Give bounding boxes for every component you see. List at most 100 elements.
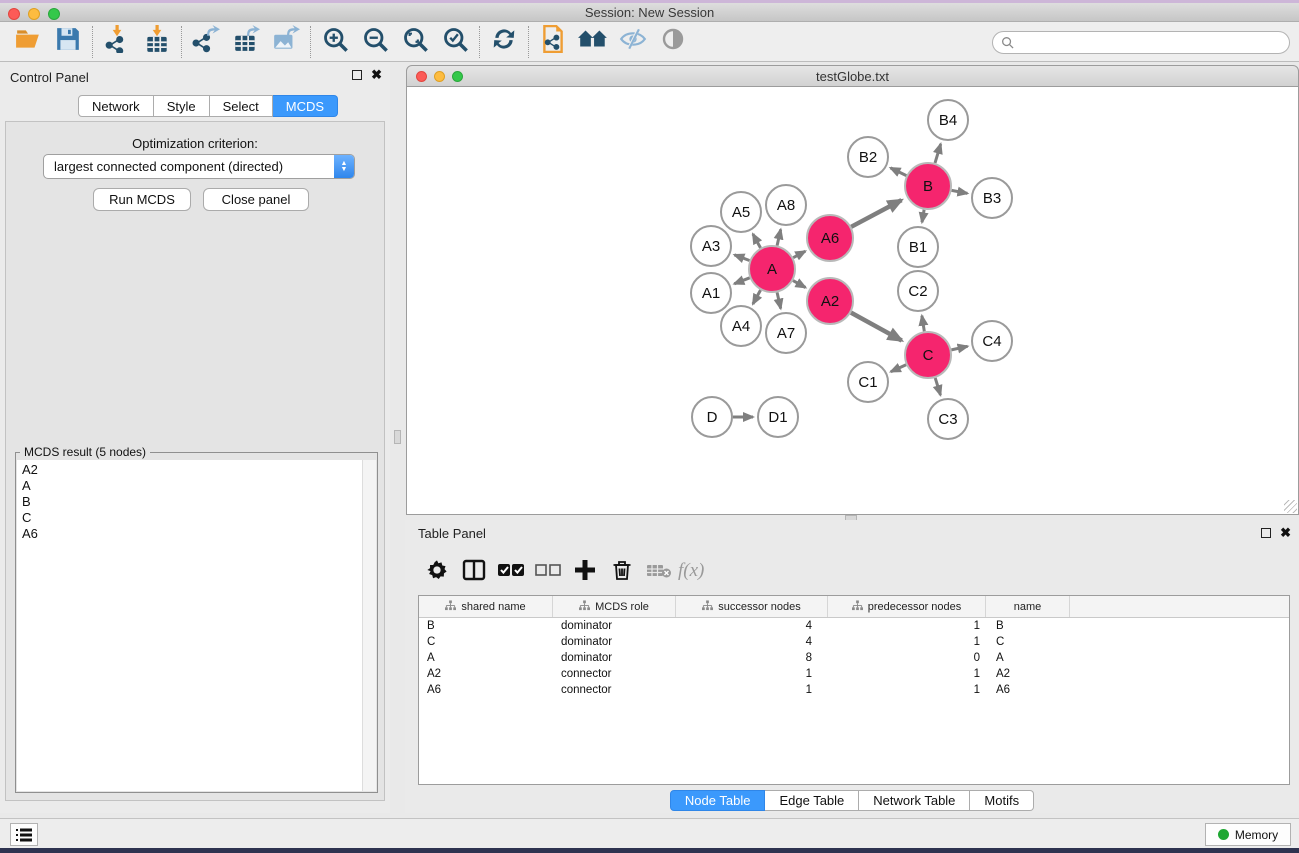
node-C4[interactable]: C4 (972, 321, 1012, 361)
zoom-in-button[interactable] (315, 24, 355, 60)
trash-button[interactable] (603, 555, 640, 589)
deselect-all-button[interactable] (529, 555, 566, 589)
table-close-panel-icon[interactable]: ✖ (1280, 528, 1291, 538)
edge-A-A1[interactable] (734, 278, 749, 284)
zoom-fit-button[interactable] (395, 24, 435, 60)
node-A2[interactable]: A2 (807, 278, 853, 324)
edge-B-B1[interactable] (922, 210, 924, 223)
maximize-window-icon[interactable] (48, 8, 60, 20)
column-header-name[interactable]: name (986, 596, 1070, 617)
node-B[interactable]: B (905, 163, 951, 209)
node-D[interactable]: D (692, 397, 732, 437)
edge-A6-B[interactable] (851, 200, 901, 227)
table-row[interactable]: Bdominator41B (419, 618, 1289, 634)
node-C2[interactable]: C2 (898, 271, 938, 311)
table-row[interactable]: A6connector11A6 (419, 682, 1289, 698)
close-panel-button[interactable]: Close panel (203, 188, 309, 211)
run-mcds-button[interactable]: Run MCDS (93, 188, 191, 211)
memory-button[interactable]: Memory (1205, 823, 1291, 846)
node-A3[interactable]: A3 (691, 226, 731, 266)
edge-A2-C[interactable] (851, 313, 902, 341)
node-A7[interactable]: A7 (766, 313, 806, 353)
tab-edge-table[interactable]: Edge Table (765, 790, 859, 811)
search-input[interactable] (1014, 32, 1289, 53)
tab-node-table[interactable]: Node Table (670, 790, 766, 811)
save-button[interactable] (48, 24, 88, 60)
edge-A-A5[interactable] (753, 234, 761, 248)
zoom-out-button[interactable] (355, 24, 395, 60)
eye-button[interactable] (653, 24, 693, 60)
close-window-icon[interactable] (8, 8, 20, 20)
node-A5[interactable]: A5 (721, 192, 761, 232)
result-item[interactable]: A2 (22, 462, 363, 478)
open-folder-button[interactable] (8, 24, 48, 60)
edge-B-B2[interactable] (891, 168, 907, 176)
edge-A-A4[interactable] (753, 290, 761, 304)
result-item[interactable]: C (22, 510, 363, 526)
table-row[interactable]: Cdominator41C (419, 634, 1289, 650)
table-float-panel-icon[interactable] (1261, 528, 1271, 538)
node-A8[interactable]: A8 (766, 185, 806, 225)
task-history-button[interactable] (10, 823, 38, 846)
node-A6[interactable]: A6 (807, 215, 853, 261)
network-file-button[interactable] (533, 24, 573, 60)
edge-A-A3[interactable] (734, 255, 749, 261)
close-panel-icon[interactable]: ✖ (371, 70, 382, 80)
node-B2[interactable]: B2 (848, 137, 888, 177)
table-row[interactable]: A2connector11A2 (419, 666, 1289, 682)
tab-motifs[interactable]: Motifs (970, 790, 1034, 811)
edge-C-C1[interactable] (891, 365, 906, 372)
result-scrollbar[interactable] (362, 460, 376, 791)
tab-network[interactable]: Network (78, 95, 154, 117)
search-field[interactable] (992, 31, 1290, 54)
select-all-button[interactable] (492, 555, 529, 589)
edge-A-A8[interactable] (777, 229, 781, 245)
edge-C-C2[interactable] (922, 316, 924, 332)
delete-table-button[interactable] (640, 555, 677, 589)
network-close-icon[interactable] (416, 71, 427, 82)
column-header-shared-name[interactable]: shared name (419, 596, 553, 617)
column-header-predecessor-nodes[interactable]: predecessor nodes (828, 596, 986, 617)
gear-button[interactable] (418, 555, 455, 589)
tab-style[interactable]: Style (154, 95, 210, 117)
export-network-button[interactable] (186, 24, 226, 60)
edge-C-C3[interactable] (935, 378, 940, 395)
import-network-button[interactable] (97, 24, 137, 60)
network-window-titlebar[interactable]: testGlobe.txt (406, 65, 1299, 87)
edge-B-B3[interactable] (952, 190, 968, 193)
export-table-button[interactable] (226, 24, 266, 60)
columns-button[interactable] (455, 555, 492, 589)
result-item[interactable]: A (22, 478, 363, 494)
function-button[interactable]: f(x) (677, 555, 714, 589)
edge-A-A2[interactable] (793, 281, 806, 288)
vertical-splitter-handle[interactable] (394, 430, 401, 444)
result-item[interactable]: B (22, 494, 363, 510)
result-item[interactable]: A6 (22, 526, 363, 542)
edge-C-C4[interactable] (951, 346, 967, 350)
network-maximize-icon[interactable] (452, 71, 463, 82)
add-button[interactable] (566, 555, 603, 589)
tab-select[interactable]: Select (210, 95, 273, 117)
hide-eye-button[interactable] (613, 24, 653, 60)
mcds-result-list[interactable]: A2ABCA6 (17, 460, 363, 791)
network-canvas[interactable]: B4B2BB3A8A5A6A3B1AC2A1A2A4A7C4CC1DD1C3 (406, 87, 1299, 515)
node-B3[interactable]: B3 (972, 178, 1012, 218)
node-B1[interactable]: B1 (898, 227, 938, 267)
network-minimize-icon[interactable] (434, 71, 445, 82)
node-A4[interactable]: A4 (721, 306, 761, 346)
zoom-selected-button[interactable] (435, 24, 475, 60)
float-panel-icon[interactable] (352, 70, 362, 80)
node-C1[interactable]: C1 (848, 362, 888, 402)
tab-mcds[interactable]: MCDS (273, 95, 338, 117)
edge-A-A6[interactable] (793, 251, 805, 258)
minimize-window-icon[interactable] (28, 8, 40, 20)
export-image-button[interactable] (266, 24, 306, 60)
refresh-button[interactable] (484, 24, 524, 60)
column-header-successor-nodes[interactable]: successor nodes (676, 596, 828, 617)
node-A[interactable]: A (749, 246, 795, 292)
import-table-button[interactable] (137, 24, 177, 60)
node-C3[interactable]: C3 (928, 399, 968, 439)
main-titlebar[interactable]: Session: New Session (0, 3, 1299, 22)
home-button[interactable] (573, 24, 613, 60)
tab-network-table[interactable]: Network Table (859, 790, 970, 811)
